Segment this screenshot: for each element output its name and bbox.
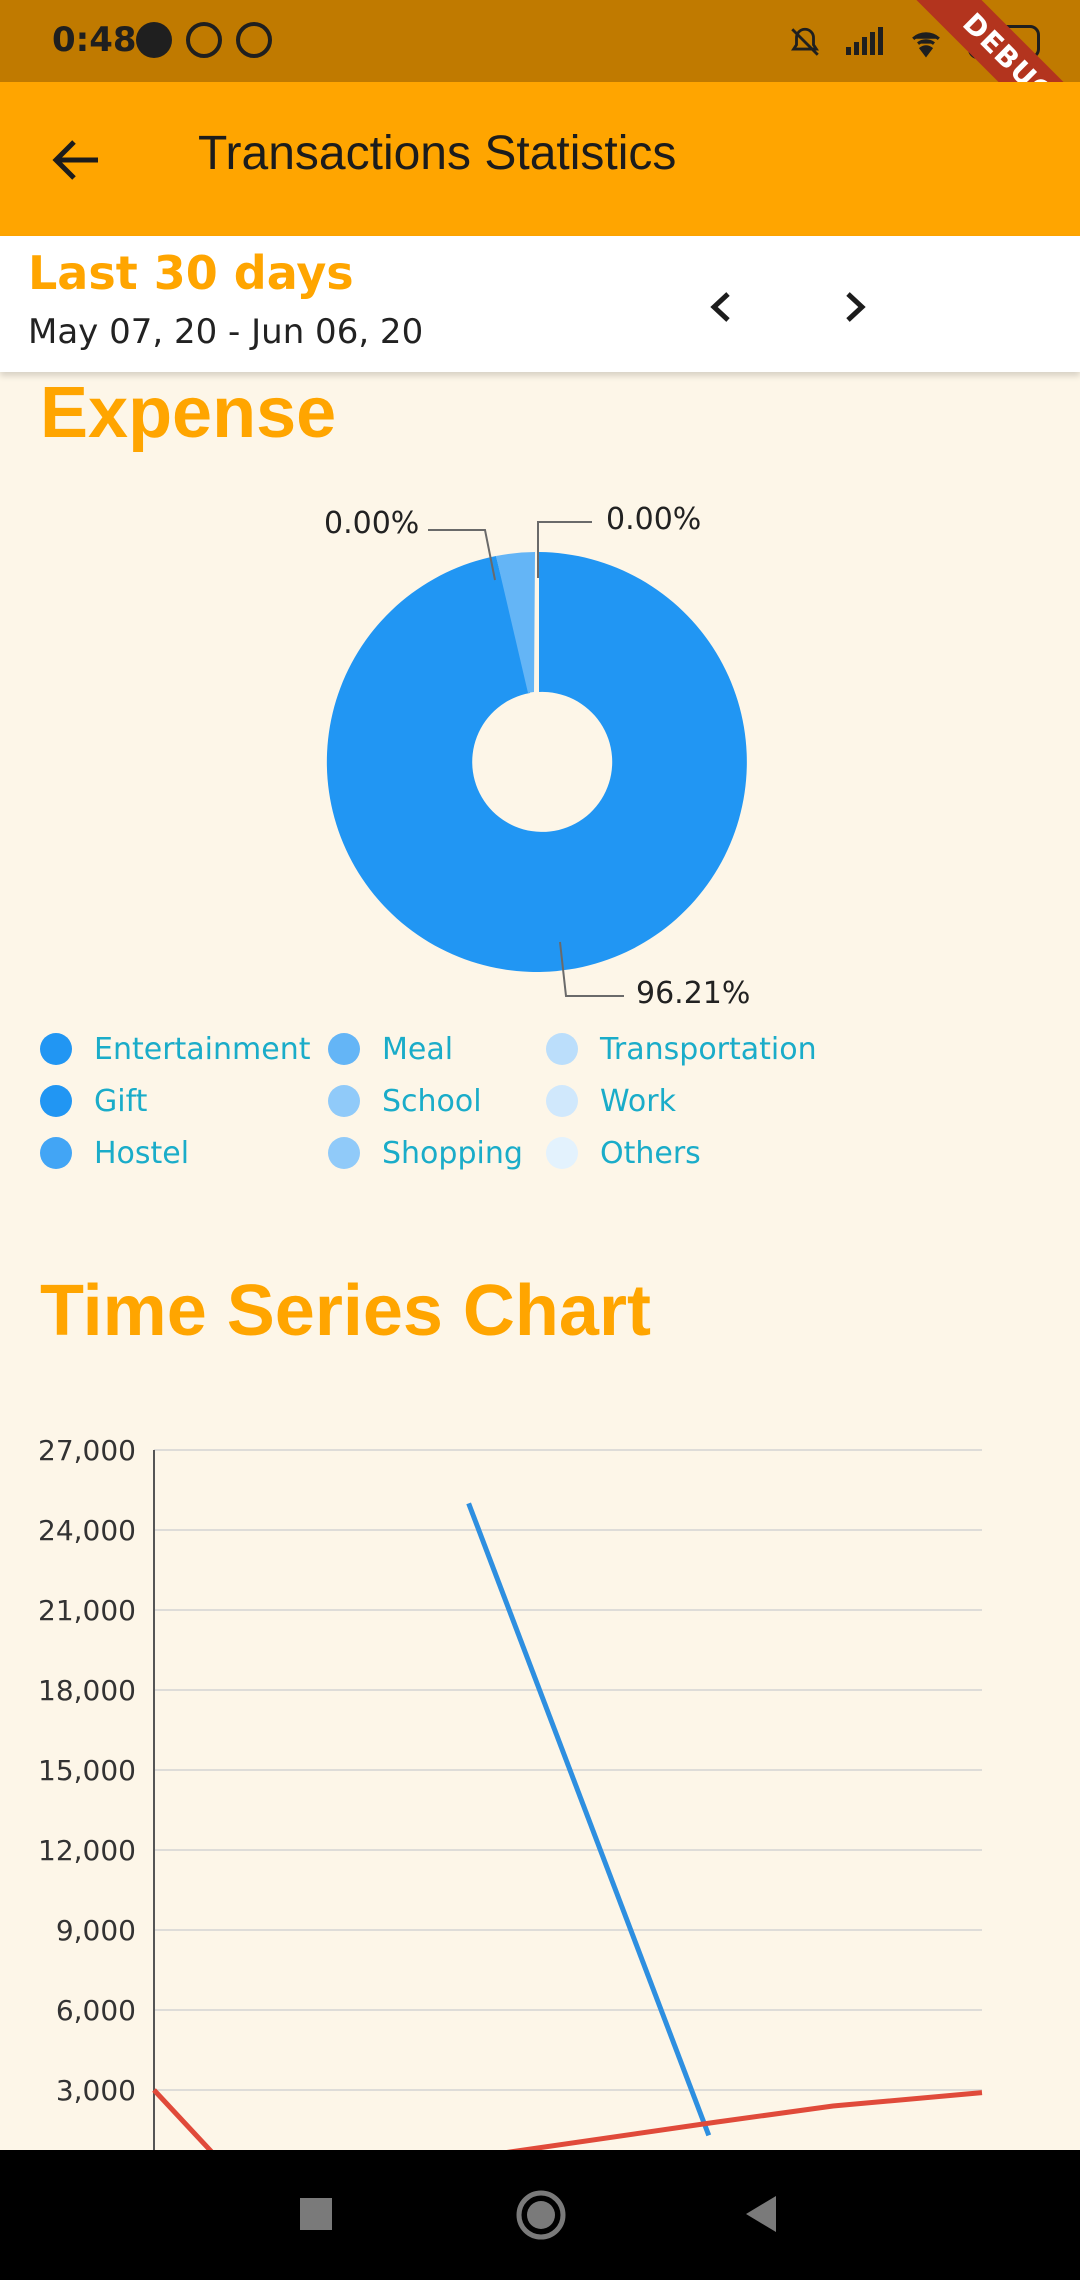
app-bar: Transactions Statistics <box>0 82 1080 236</box>
y-tick-label: 27,000 <box>38 1434 136 1467</box>
line-app-icon <box>136 22 172 58</box>
y-tick-label: 3,000 <box>56 2074 136 2107</box>
legend-label: Hostel <box>94 1135 190 1171</box>
legend-dot <box>546 1137 578 1169</box>
y-tick-label: 21,000 <box>38 1594 136 1627</box>
legend-dot <box>328 1137 360 1169</box>
legend-dot <box>546 1085 578 1117</box>
pie-label: 0.00% <box>324 506 420 541</box>
legend-label: Transportation <box>600 1031 817 1067</box>
legend-item-meal: Meal <box>328 1024 453 1074</box>
y-tick-label: 15,000 <box>38 1754 136 1787</box>
y-tick-label: 18,000 <box>38 1674 136 1707</box>
back-arrow-icon[interactable] <box>36 120 116 200</box>
date-range-header: Last 30 days May 07, 20 - Jun 06, 20 <box>0 236 1080 372</box>
range-dates: May 07, 20 - Jun 06, 20 <box>28 312 424 352</box>
range-title: Last 30 days <box>28 246 354 300</box>
legend-label: Others <box>600 1135 701 1171</box>
silent-bell-icon <box>791 27 819 56</box>
legend-dot <box>546 1033 578 1065</box>
y-tick-label: 12,000 <box>38 1834 136 1867</box>
pie-label: 0.00% <box>606 502 702 537</box>
series-line-1 <box>152 2088 983 2173</box>
legend-dot <box>328 1033 360 1065</box>
back-nav-icon[interactable] <box>740 2192 784 2236</box>
y-tick-label: 24,000 <box>38 1514 136 1547</box>
legend-item-work: Work <box>546 1076 676 1126</box>
legend-item-shopping: Shopping <box>328 1128 523 1178</box>
legend-label: Meal <box>382 1031 454 1067</box>
expense-pie-chart: 0.00% 0.00% 96.21% <box>0 480 1080 1020</box>
legend-item-hostel: Hostel <box>40 1128 189 1178</box>
legend-item-others: Others <box>546 1128 701 1178</box>
location-icon <box>236 22 272 58</box>
page-title: Transactions Statistics <box>198 127 677 180</box>
recent-apps-icon[interactable] <box>296 2194 336 2234</box>
status-time: 0:48 <box>52 20 137 60</box>
status-bar: 0:48 78 DEBUG <box>0 0 1080 182</box>
time-series-title: Time Series Chart <box>40 1271 651 1351</box>
y-tick-label: 6,000 <box>56 1994 136 2027</box>
legend-item-transportation: Transportation <box>546 1024 817 1074</box>
wifi-icon <box>912 32 940 58</box>
legend-label: School <box>382 1083 482 1119</box>
legend-dot <box>328 1085 360 1117</box>
pie-label: 96.21% <box>636 976 751 1011</box>
y-tick-label: 9,000 <box>56 1914 136 1947</box>
legend-label: Gift <box>94 1083 148 1119</box>
system-nav-bar <box>0 2150 1080 2280</box>
home-icon[interactable] <box>514 2188 568 2242</box>
legend-label: Work <box>600 1083 676 1119</box>
pie-slice-main <box>326 552 747 972</box>
legend-dot <box>40 1085 72 1117</box>
legend-dot <box>40 1137 72 1169</box>
legend-item-gift: Gift <box>40 1076 147 1126</box>
chevron-right-icon[interactable] <box>820 272 890 342</box>
time-series-chart: 27,000 24,000 21,000 18,000 15,000 12,000 9,00… <box>0 1400 1080 2173</box>
series-line-0 <box>466 1502 712 2137</box>
legend-dot <box>40 1033 72 1065</box>
legend-label: Shopping <box>382 1135 523 1171</box>
legend-label: Entertainment <box>94 1031 311 1067</box>
expense-title: Expense <box>40 373 337 453</box>
location-icon <box>186 22 222 58</box>
legend-item-school: School <box>328 1076 482 1126</box>
signal-icon <box>846 27 883 55</box>
chevron-left-icon[interactable] <box>686 272 756 342</box>
legend-item-entertainment: Entertainment <box>40 1024 310 1074</box>
